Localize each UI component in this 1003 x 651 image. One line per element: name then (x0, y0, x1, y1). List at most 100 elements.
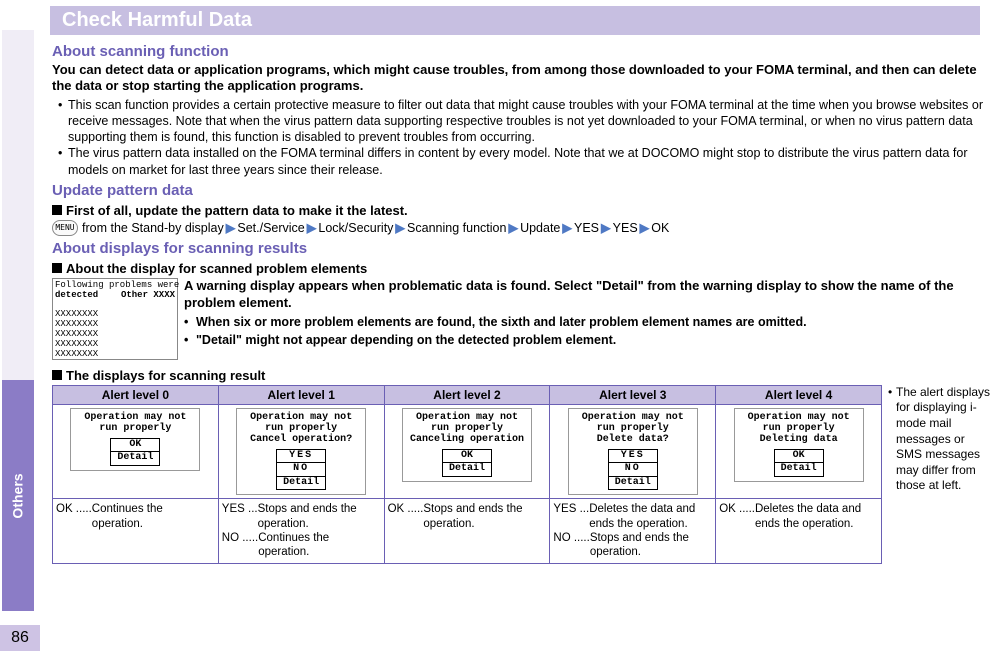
desc-key: NO ..... (553, 531, 589, 560)
menu-icon: MENU (52, 220, 78, 236)
alert-desc-cell: OK ..... Continues the operation. (53, 499, 219, 564)
side-note: • The alert displays for displaying i-mo… (888, 385, 992, 494)
scan-bullet-text: When six or more problem elements are fo… (196, 314, 807, 330)
phone-btn-no: NO (608, 462, 658, 477)
desc-val: Stops and ends the operation. (590, 531, 712, 560)
scan-warn-text: A warning display appears when problemat… (184, 278, 992, 312)
desc-row: NO ..... Stops and ends the operation. (553, 531, 712, 560)
mini-screen: Following problems were detectedOther XX… (52, 278, 178, 360)
phone-btn-no: NO (276, 462, 326, 477)
square-bullet-icon (52, 263, 62, 273)
desc-val: Stops and ends the operation. (258, 502, 381, 531)
bullet-dot: • (888, 385, 896, 494)
subhead-text: First of all, update the pattern data to… (66, 203, 408, 218)
alert-header: Alert level 2 (384, 385, 550, 404)
alert-phone-cell: Operation may not run properly Deleting … (716, 404, 882, 499)
chevron-right-icon: ▶ (640, 220, 650, 235)
phone-box: Operation may not run properly OK Detail (70, 408, 200, 471)
chevron-right-icon: ▶ (307, 220, 317, 235)
bullet-text: This scan function provides a certain pr… (68, 97, 992, 146)
desc-key: OK ..... (56, 502, 92, 531)
alert-header: Alert level 1 (218, 385, 384, 404)
phone-btn-yes: YES (608, 449, 658, 464)
page: Others 86 Check Harmful Data About scann… (0, 0, 1003, 651)
phone-box: Operation may not run properly Canceling… (402, 408, 532, 482)
phone-buttons: OK Detail (405, 449, 529, 477)
phone-box: Operation may not run properly Delete da… (568, 408, 698, 496)
bullet-dot: • (184, 314, 196, 330)
alert-desc-cell: YES ... Deletes the data and ends the op… (550, 499, 716, 564)
mini-line: Following problems were (55, 280, 179, 290)
chevron-right-icon: ▶ (601, 220, 611, 235)
nav-segment: Scanning function (407, 221, 506, 235)
subhead-displays-result: The displays for scanning result (52, 368, 992, 383)
phone-buttons: YES NO Detail (571, 449, 695, 491)
chevron-right-icon: ▶ (395, 220, 405, 235)
desc-row: YES ... Deletes the data and ends the op… (553, 502, 712, 531)
alert-phone-cell: Operation may not run properly Canceling… (384, 404, 550, 499)
mini-line: XXXXXXXX (55, 349, 98, 359)
desc-row: YES ... Stops and ends the operation. (222, 502, 381, 531)
bullet-item: •The virus pattern data installed on the… (58, 145, 992, 178)
alert-desc-cell: OK ..... Deletes the data and ends the o… (716, 499, 882, 564)
side-tab-label: Others (10, 473, 26, 518)
scan-bullet: •"Detail" might not appear depending on … (184, 332, 992, 348)
chevron-right-icon: ▶ (226, 220, 236, 235)
mini-line: XXXXXXXX (55, 339, 98, 349)
nav-segment: Update (520, 221, 560, 235)
alert-phone-cell: Operation may not run properly OK Detail (53, 404, 219, 499)
phone-btn-ok: OK (442, 449, 492, 464)
nav-segment: Lock/Security (318, 221, 393, 235)
phone-btn-detail: Detail (442, 462, 492, 477)
phone-btn-detail: Detail (608, 476, 658, 491)
desc-row: NO ..... Continues the operation. (222, 531, 381, 560)
alert-desc-cell: YES ... Stops and ends the operation. NO… (218, 499, 384, 564)
nav-segment: YES (613, 221, 638, 235)
phone-text: Operation may not run properly Cancel op… (239, 412, 363, 445)
bullet-dot: • (58, 97, 68, 146)
scan-bullet: •When six or more problem elements are f… (184, 314, 992, 330)
desc-row: OK ..... Stops and ends the operation. (388, 502, 547, 531)
square-bullet-icon (52, 370, 62, 380)
scan-bullet-text: "Detail" might not appear depending on t… (196, 332, 616, 348)
page-number: 86 (0, 625, 40, 651)
square-bullet-icon (52, 205, 62, 215)
heading-scanning-results: About displays for scanning results (52, 240, 992, 257)
intro-text: You can detect data or application progr… (52, 62, 992, 95)
alert-desc-cell: OK ..... Stops and ends the operation. (384, 499, 550, 564)
phone-text: Operation may not run properly Canceling… (405, 412, 529, 445)
alert-header: Alert level 4 (716, 385, 882, 404)
desc-val: Deletes the data and ends the operation. (755, 502, 878, 531)
mini-line: XXXXXXXX (55, 319, 98, 329)
heading-update-pattern: Update pattern data (52, 182, 992, 199)
nav-path: MENU from the Stand-by display ▶ Set./Se… (52, 220, 992, 236)
phone-btn-detail: Detail (774, 462, 824, 477)
subhead-problem-elements: About the display for scanned problem el… (52, 261, 992, 276)
subhead-update: First of all, update the pattern data to… (52, 203, 992, 218)
desc-val: Continues the operation. (92, 502, 215, 531)
mini-line: detectedOther XXXX (55, 291, 175, 301)
phone-buttons: YES NO Detail (239, 449, 363, 491)
desc-row: OK ..... Continues the operation. (56, 502, 215, 531)
desc-key: OK ..... (719, 502, 755, 531)
nav-segment: YES (574, 221, 599, 235)
desc-key: YES ... (553, 502, 589, 531)
chevron-right-icon: ▶ (508, 220, 518, 235)
phone-buttons: OK Detail (73, 438, 197, 466)
alert-phone-cell: Operation may not run properly Cancel op… (218, 404, 384, 499)
phone-btn-detail: Detail (276, 476, 326, 491)
scan-text: A warning display appears when problemat… (184, 278, 992, 360)
scan-block: Following problems were detectedOther XX… (52, 278, 992, 360)
desc-key: OK ..... (388, 502, 424, 531)
side-tab-spacer (2, 30, 34, 399)
page-title: Check Harmful Data (50, 6, 980, 35)
phone-btn-yes: YES (276, 449, 326, 464)
phone-text: Operation may not run properly Deleting … (737, 412, 861, 445)
side-note-text: The alert displays for displaying i-mode… (896, 385, 992, 494)
bullet-dot: • (58, 145, 68, 178)
bullet-dot: • (184, 332, 196, 348)
phone-buttons: OK Detail (737, 449, 861, 477)
alert-table-wrap: Alert level 0 Alert level 1 Alert level … (52, 385, 992, 564)
desc-val: Stops and ends the operation. (423, 502, 546, 531)
desc-key: YES ... (222, 502, 258, 531)
